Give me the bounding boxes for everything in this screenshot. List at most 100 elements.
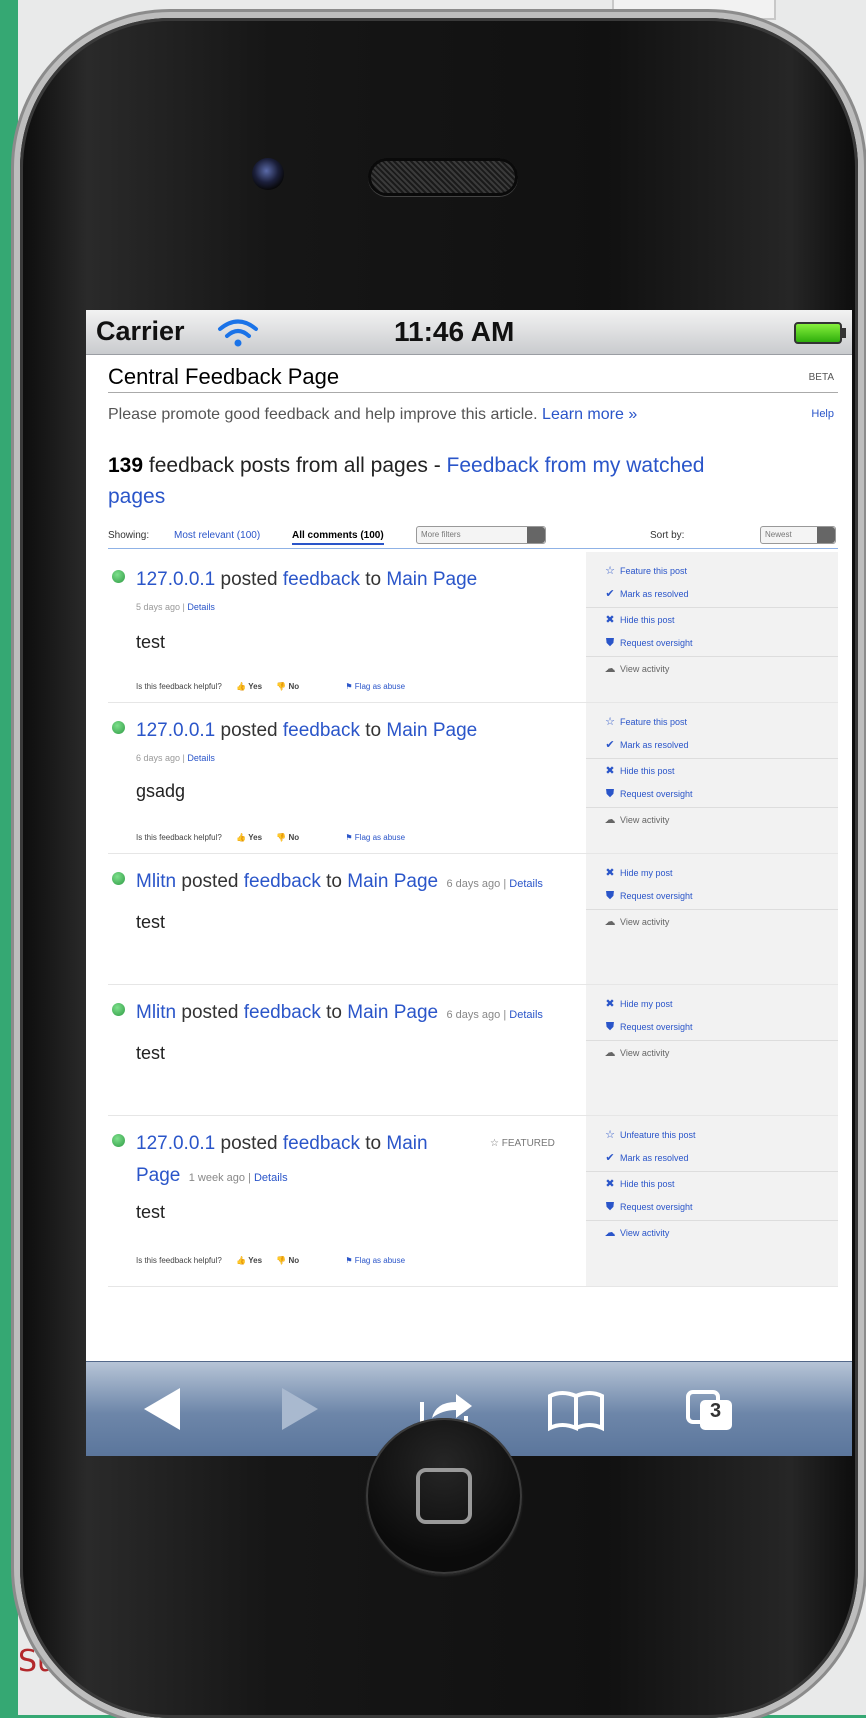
web-content[interactable]: Central Feedback Page BETA Please promot…	[86, 356, 852, 1362]
mark-resolved-action[interactable]: ✔ Mark as resolved	[586, 1147, 838, 1170]
post-user-link[interactable]: 127.0.0.1	[136, 569, 215, 590]
sort-select[interactable]: Newest	[760, 526, 836, 544]
post-actions: ✖ Hide my post ⛊ Request oversight ☁ View a…	[586, 854, 838, 984]
post-page-link[interactable]: Main Page	[347, 871, 438, 892]
status-dot-icon	[112, 1003, 125, 1016]
post-body: test	[136, 912, 166, 932]
filter-bar: Showing: Most relevant (100) All comment…	[108, 526, 838, 549]
flag-label: Flag as abuse	[354, 1256, 406, 1265]
post-user-link[interactable]: 127.0.0.1	[136, 1133, 215, 1154]
view-activity-action[interactable]: ☁ View activity	[586, 809, 838, 832]
to-word: to	[326, 1002, 342, 1023]
view-activity-action[interactable]: ☁ View activity	[586, 658, 838, 681]
filter-all-comments[interactable]: All comments (100)	[292, 530, 384, 545]
post-user-link[interactable]: 127.0.0.1	[136, 720, 215, 741]
page-title: Central Feedback Page	[108, 364, 340, 389]
status-time: 11:46 AM	[394, 316, 515, 347]
hide-my-post-action[interactable]: ✖ Hide my post	[586, 862, 838, 885]
summary-separator: -	[427, 454, 447, 477]
hide-my-post-action[interactable]: ✖ Hide my post	[586, 993, 838, 1016]
request-oversight-action[interactable]: ⛊ Request oversight	[586, 885, 838, 908]
divider	[586, 758, 838, 759]
back-button[interactable]	[144, 1388, 180, 1430]
mark-resolved-action[interactable]: ✔ Mark as resolved	[586, 734, 838, 757]
divider	[586, 909, 838, 910]
phone-screen: Carrier 11:46 AM Central Feedback Page B…	[86, 310, 852, 1456]
action-label: Mark as resolved	[620, 589, 689, 599]
post-body: test	[136, 1043, 166, 1063]
flag-abuse-link[interactable]: ⚑ Flag as abuse	[345, 833, 405, 842]
more-filters-select[interactable]: More filters	[416, 526, 546, 544]
to-word: to	[365, 569, 382, 590]
battery-icon	[794, 322, 846, 344]
post-feedback-link[interactable]: feedback	[283, 569, 360, 590]
flag-abuse-link[interactable]: ⚑ Flag as abuse	[345, 682, 405, 691]
view-activity-action[interactable]: ☁ View activity	[586, 911, 838, 934]
request-oversight-action[interactable]: ⛊ Request oversight	[586, 1196, 838, 1219]
home-button[interactable]	[366, 1418, 522, 1574]
help-link[interactable]: Help	[811, 408, 834, 420]
post-actions: ☆ Unfeature this post ✔ Mark as resolved ✖…	[586, 1116, 838, 1286]
post-feedback-link[interactable]: feedback	[244, 871, 321, 892]
details-link[interactable]: Details	[187, 753, 215, 763]
star-icon: ☆	[605, 565, 615, 577]
iphone-simulator: Carrier 11:46 AM Central Feedback Page B…	[20, 18, 858, 1718]
request-oversight-action[interactable]: ⛊ Request oversight	[586, 1016, 838, 1039]
view-activity-action[interactable]: ☁ View activity	[586, 1042, 838, 1065]
details-link[interactable]: Details	[187, 602, 215, 612]
helpful-row: Is this feedback helpful? 👍 Yes 👎 No ⚑ F…	[136, 682, 405, 691]
action-label: Hide my post	[620, 868, 673, 878]
unfeature-post-action[interactable]: ☆ Unfeature this post	[586, 1124, 838, 1147]
post-page-link[interactable]: Main Page	[347, 1002, 438, 1023]
details-link[interactable]: Details	[509, 878, 543, 890]
feature-post-action[interactable]: ☆ Feature this post	[586, 560, 838, 583]
intro-text: Please promote good feedback and help im…	[108, 406, 637, 424]
feature-post-action[interactable]: ☆ Feature this post	[586, 711, 838, 734]
hide-post-action[interactable]: ✖ Hide this post	[586, 609, 838, 632]
posted-word: posted	[220, 569, 278, 590]
vote-yes-button[interactable]: 👍 Yes	[236, 1256, 262, 1265]
action-label: View activity	[620, 1048, 670, 1058]
hide-post-action[interactable]: ✖ Hide this post	[586, 1173, 838, 1196]
hide-post-action[interactable]: ✖ Hide this post	[586, 760, 838, 783]
flag-label: Flag as abuse	[354, 833, 406, 842]
request-oversight-action[interactable]: ⛊ Request oversight	[586, 783, 838, 806]
post-feedback-link[interactable]: feedback	[283, 1133, 360, 1154]
details-link[interactable]: Details	[509, 1009, 543, 1021]
tabs-button[interactable]: 3	[684, 1388, 738, 1432]
activity-icon: ☁	[604, 1227, 616, 1239]
learn-more-link[interactable]: Learn more »	[542, 406, 637, 423]
post-user-link[interactable]: Mlitn	[136, 1002, 176, 1023]
vote-yes-button[interactable]: 👍 Yes	[236, 833, 262, 842]
activity-icon: ☁	[604, 814, 616, 826]
posted-word: posted	[220, 1133, 278, 1154]
post-feedback-link[interactable]: feedback	[244, 1002, 321, 1023]
details-link[interactable]: Details	[254, 1172, 288, 1184]
action-label: View activity	[620, 815, 670, 825]
flag-abuse-link[interactable]: ⚑ Flag as abuse	[345, 1256, 405, 1265]
vote-no-button[interactable]: 👎 No	[276, 833, 299, 842]
shield-icon: ⛊	[605, 890, 615, 902]
helpful-question: Is this feedback helpful?	[136, 833, 222, 842]
view-activity-action[interactable]: ☁ View activity	[586, 1222, 838, 1245]
vote-yes-button[interactable]: 👍 Yes	[236, 682, 262, 691]
forward-button[interactable]	[282, 1388, 318, 1430]
posted-word: posted	[181, 871, 239, 892]
mark-resolved-action[interactable]: ✔ Mark as resolved	[586, 583, 838, 606]
desktop-window-edge	[612, 0, 776, 20]
action-label: Feature this post	[620, 566, 688, 576]
activity-icon: ☁	[604, 916, 616, 928]
request-oversight-action[interactable]: ⛊ Request oversight	[586, 632, 838, 655]
home-square-icon	[416, 1468, 472, 1524]
vote-no-button[interactable]: 👎 No	[276, 682, 299, 691]
filter-most-relevant[interactable]: Most relevant (100)	[174, 530, 260, 541]
post-page-link[interactable]: Main Page	[386, 720, 477, 741]
intro-sentence: Please promote good feedback and help im…	[108, 406, 538, 423]
featured-label: FEATURED	[501, 1138, 555, 1149]
post-user-link[interactable]: Mlitn	[136, 871, 176, 892]
vote-no-button[interactable]: 👎 No	[276, 1256, 299, 1265]
post-page-link[interactable]: Main Page	[386, 569, 477, 590]
post-feedback-link[interactable]: feedback	[283, 720, 360, 741]
posted-word: posted	[220, 720, 278, 741]
bookmarks-icon[interactable]	[544, 1388, 608, 1432]
